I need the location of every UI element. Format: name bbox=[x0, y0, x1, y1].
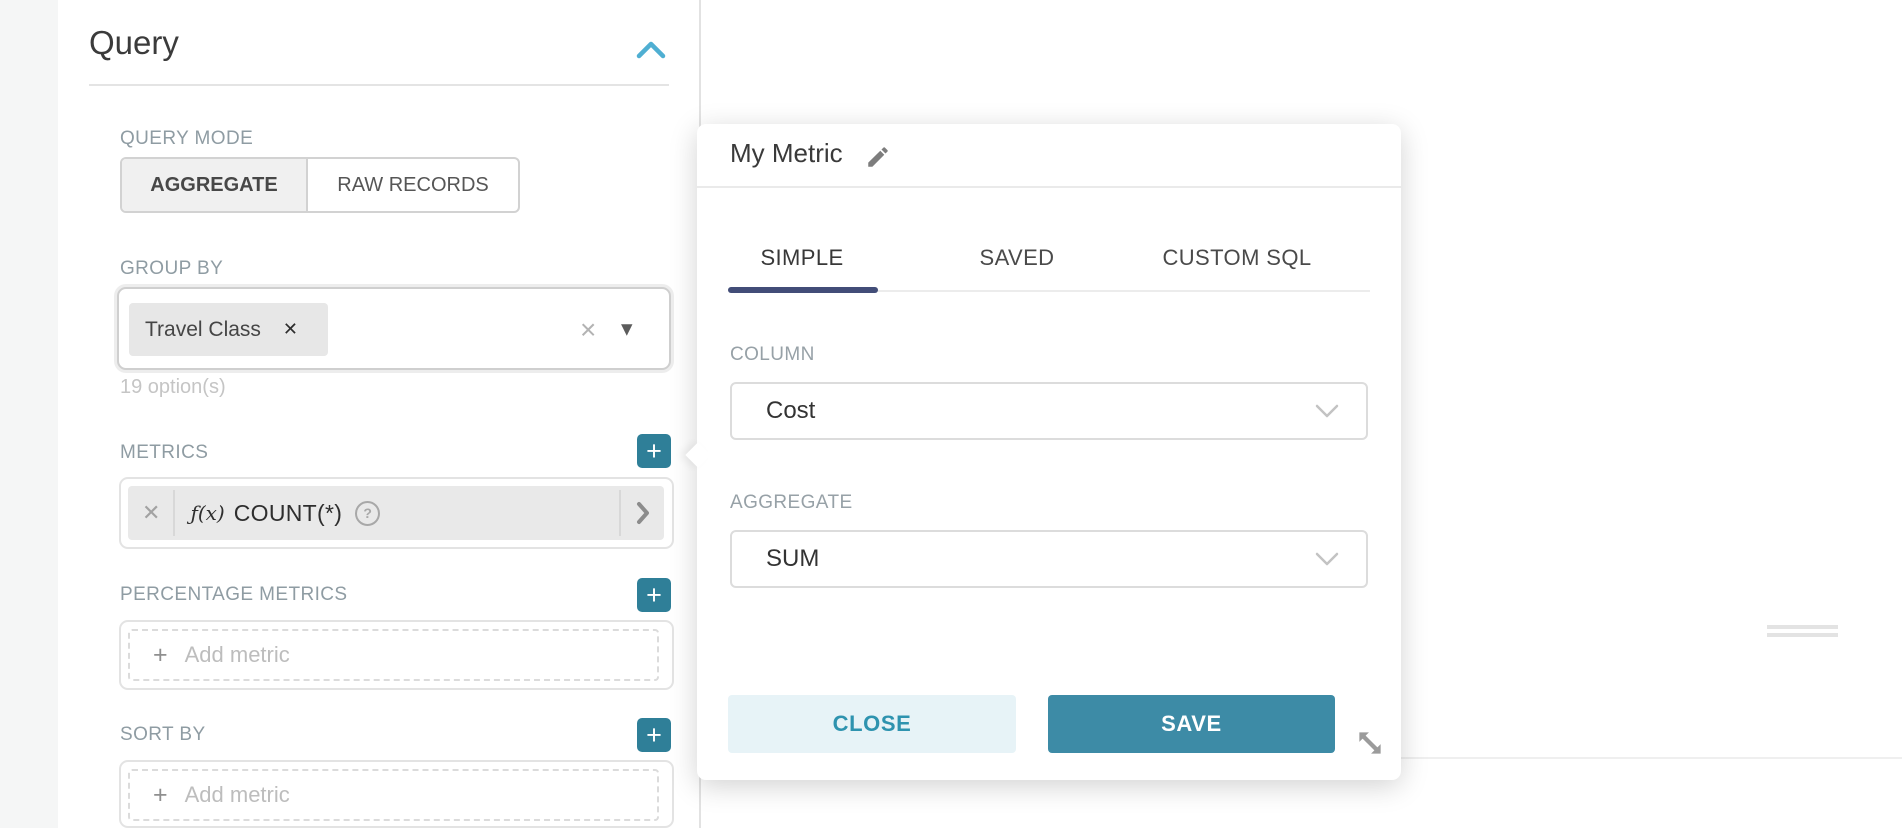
active-tab-indicator bbox=[728, 287, 878, 293]
chevron-down-icon bbox=[1314, 403, 1340, 419]
resize-handle-icon[interactable] bbox=[1354, 727, 1388, 761]
query-section-title: Query bbox=[89, 24, 179, 62]
metrics-label: METRICS bbox=[120, 442, 208, 464]
section-divider bbox=[89, 84, 669, 86]
pill-separator bbox=[173, 490, 175, 536]
plus-icon: + bbox=[153, 783, 168, 808]
left-gutter bbox=[0, 0, 58, 828]
close-button[interactable]: CLOSE bbox=[728, 695, 1016, 753]
tab-simple[interactable]: SIMPLE bbox=[727, 245, 877, 275]
add-percentage-metric-button[interactable]: + bbox=[637, 578, 671, 612]
group-by-label: GROUP BY bbox=[120, 258, 223, 280]
add-metric-button[interactable]: + bbox=[637, 434, 671, 468]
chevron-right-icon[interactable] bbox=[635, 501, 651, 525]
chart-builder-screen: Query QUERY MODE AGGREGATE RAW RECORDS G… bbox=[0, 0, 1902, 828]
tag-remove-icon[interactable]: ✕ bbox=[283, 319, 298, 340]
popover-header-divider bbox=[697, 186, 1401, 188]
add-sort-metric-button[interactable]: + bbox=[637, 718, 671, 752]
metric-remove-icon[interactable]: ✕ bbox=[142, 500, 160, 526]
grip-line bbox=[1767, 625, 1838, 629]
query-mode-label: QUERY MODE bbox=[120, 128, 253, 150]
column-select[interactable]: Cost bbox=[730, 382, 1368, 440]
function-icon: ƒ(x) bbox=[190, 501, 224, 525]
pill-separator bbox=[619, 490, 621, 536]
save-button[interactable]: SAVE bbox=[1048, 695, 1335, 753]
help-icon[interactable]: ? bbox=[355, 501, 380, 526]
aggregate-select[interactable]: SUM bbox=[730, 530, 1368, 588]
metric-edit-popover: My Metric SIMPLE SAVED CUSTOM SQL COLUMN… bbox=[697, 124, 1401, 780]
metric-name: COUNT(*) bbox=[234, 500, 342, 527]
percentage-metrics-label: PERCENTAGE METRICS bbox=[120, 584, 347, 606]
tab-saved[interactable]: SAVED bbox=[947, 245, 1087, 275]
placeholder-text: Add metric bbox=[185, 782, 290, 808]
sort-by-label: SORT BY bbox=[120, 724, 206, 746]
column-label: COLUMN bbox=[730, 344, 815, 366]
tab-custom-sql[interactable]: CUSTOM SQL bbox=[1117, 245, 1357, 275]
tag-label: Travel Class bbox=[145, 318, 261, 342]
grip-line bbox=[1767, 633, 1838, 637]
metric-pill-count[interactable]: ✕ ƒ(x) COUNT(*) ? bbox=[128, 486, 664, 540]
group-by-tag: Travel Class ✕ bbox=[129, 303, 328, 356]
add-metric-placeholder[interactable]: + Add metric bbox=[128, 769, 659, 821]
placeholder-text: Add metric bbox=[185, 642, 290, 668]
column-value: Cost bbox=[766, 397, 1314, 425]
popover-arrow bbox=[685, 442, 710, 467]
caret-down-icon[interactable]: ▾ bbox=[621, 315, 633, 342]
aggregate-label: AGGREGATE bbox=[730, 492, 853, 514]
chevron-up-icon[interactable] bbox=[634, 38, 668, 62]
chevron-down-icon bbox=[1314, 551, 1340, 567]
clear-icon[interactable]: × bbox=[580, 314, 596, 346]
splitter-grip[interactable] bbox=[1767, 625, 1838, 641]
popover-title: My Metric bbox=[730, 138, 843, 169]
add-metric-placeholder[interactable]: + Add metric bbox=[128, 629, 659, 681]
aggregate-value: SUM bbox=[766, 545, 1314, 573]
query-mode-aggregate[interactable]: AGGREGATE bbox=[122, 159, 308, 211]
query-mode-toggle: AGGREGATE RAW RECORDS bbox=[120, 157, 520, 213]
plus-icon: + bbox=[153, 643, 168, 668]
pencil-icon[interactable] bbox=[865, 144, 891, 170]
query-mode-raw-records[interactable]: RAW RECORDS bbox=[308, 159, 518, 211]
options-count-helper: 19 option(s) bbox=[120, 376, 226, 399]
